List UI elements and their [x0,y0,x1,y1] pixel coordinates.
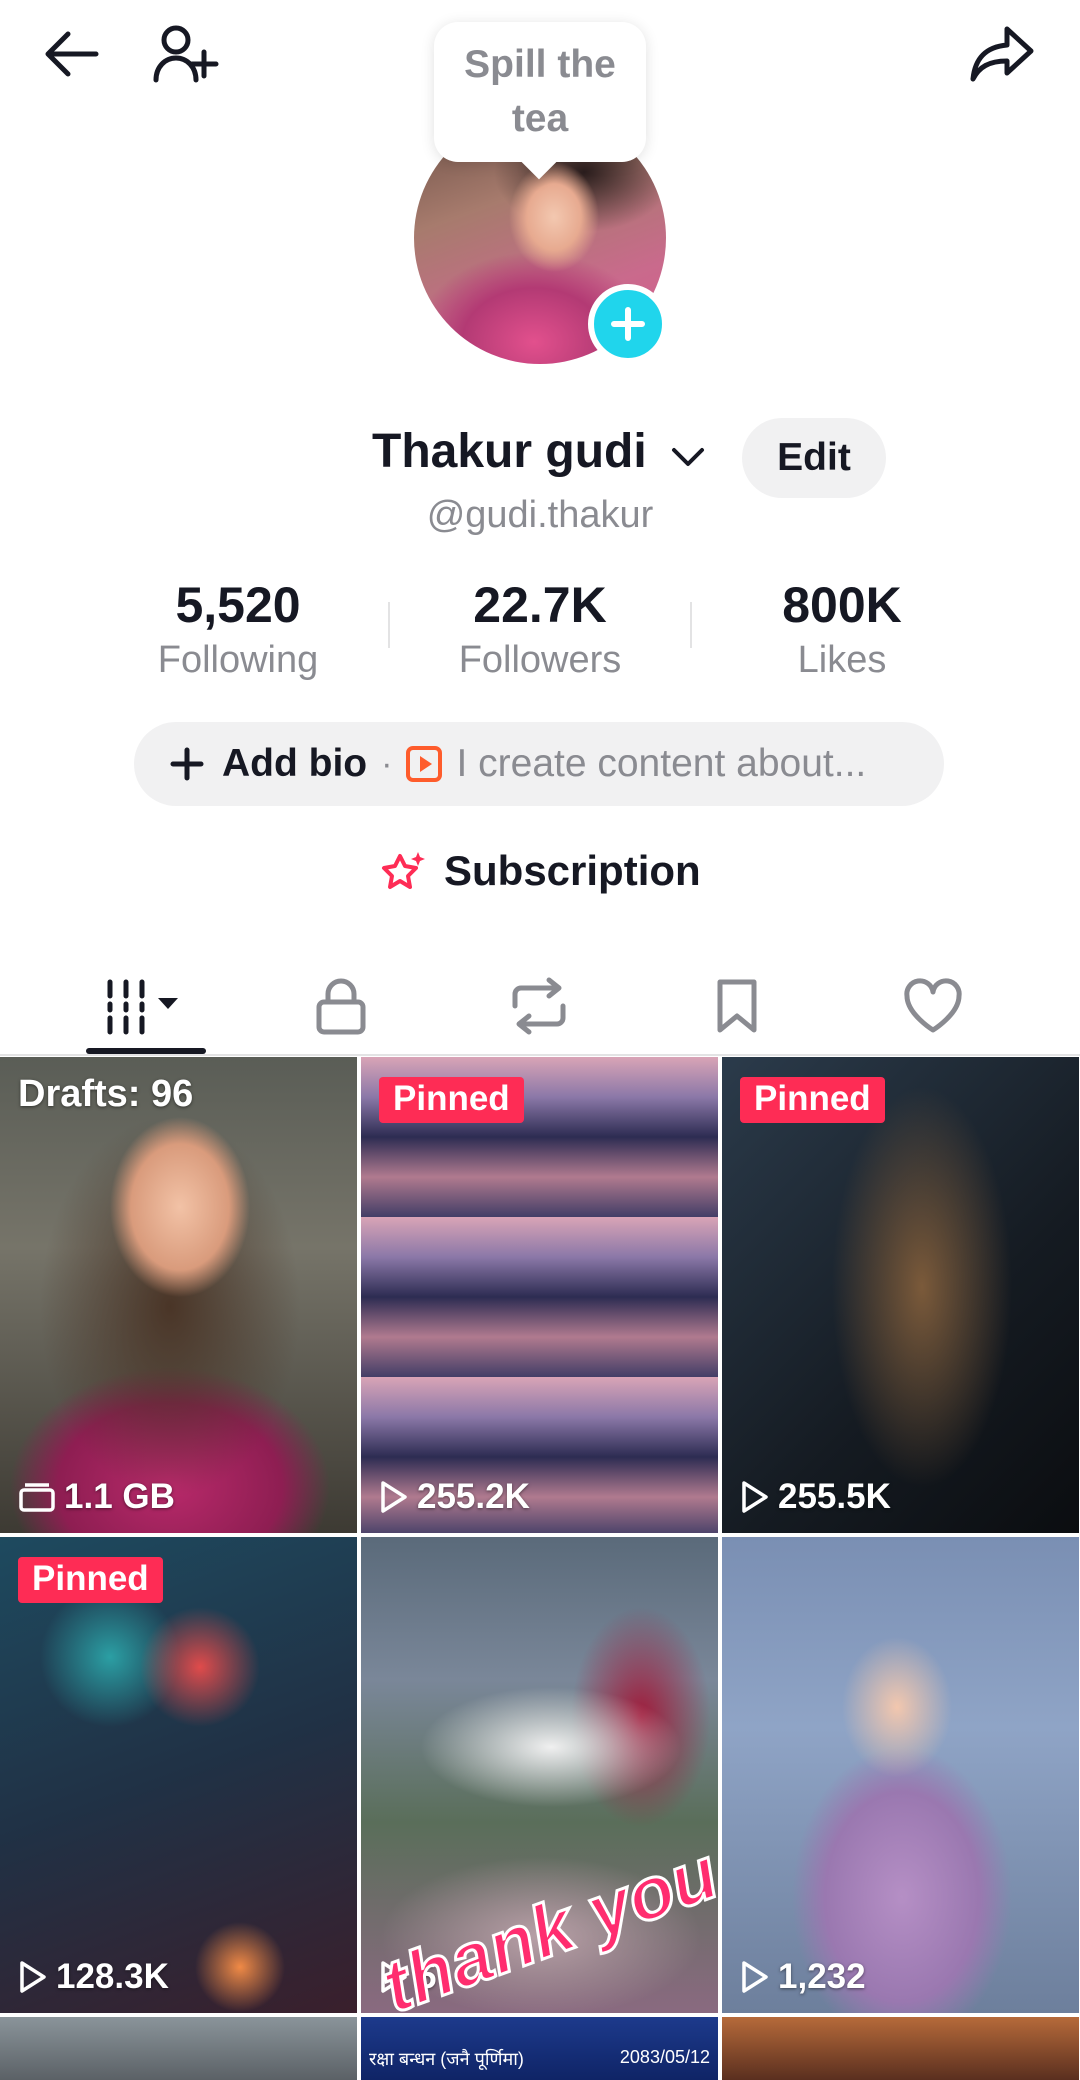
arrow-left-icon [45,31,99,77]
following-label: Following [157,639,319,681]
repost-icon [512,977,566,1035]
calendar-row: रक्षा बन्धन (जनै पूर्णिमा) 2083/05/12 [361,2043,718,2073]
following-count: 5,520 [175,577,301,633]
drafts-folder-icon [19,1483,55,1512]
video-tile[interactable]: 1,232 [722,1537,1079,2013]
share-arrow-icon [970,26,1034,82]
tab-liked[interactable] [858,956,1008,1056]
view-count-value: 128.3K [56,1957,169,1996]
followers-stat[interactable]: 22.7K Followers [410,574,670,684]
add-bio-label: Add bio [222,742,368,785]
view-count: 128.3K [18,1957,169,1997]
tab-videos[interactable] [70,956,220,1056]
video-tile[interactable]: Pinned 128.3K [0,1537,357,2013]
bio-placeholder: I create content about... [456,742,867,785]
plus-icon [611,307,645,341]
stat-divider [388,602,390,648]
view-count-value: 1,232 [778,1957,866,1996]
chevron-down-icon[interactable] [668,436,708,476]
add-bio-button[interactable]: Add bio · I create content about... [134,722,944,806]
name-row: Thakur gudi Edit [0,418,1080,498]
video-tile[interactable]: Pinned 255.5K [722,1057,1079,1533]
heart-icon [904,978,962,1033]
drafts-count: Drafts: 96 [18,1073,194,1115]
star-sparkle-icon [382,852,425,889]
subscription-button[interactable]: Subscription [380,838,701,904]
bookmark-icon [717,979,757,1033]
video-tile[interactable]: 5 thank you [361,1537,718,2013]
edit-profile-button[interactable]: Edit [742,418,886,498]
add-friend-button[interactable] [142,12,226,96]
spill-the-tea-bubble[interactable]: Spill the tea [434,22,646,162]
following-stat[interactable]: 5,520 Following [108,574,368,684]
plus-icon [170,747,204,781]
share-button[interactable] [960,12,1044,96]
drafts-size-value: 1.1 GB [64,1477,175,1516]
grid-icon [107,979,178,1035]
likes-count: 800K [782,577,902,633]
view-count: 1,232 [740,1957,866,1997]
bio-separator: · [381,744,393,783]
likes-label: Likes [797,639,887,681]
tab-saved[interactable] [662,956,812,1056]
back-button[interactable] [30,12,114,96]
add-story-button[interactable] [588,284,668,364]
drafts-tile[interactable]: Drafts: 96 1.1 GB [0,1057,357,1533]
bubble-text: Spill the tea [464,43,616,140]
display-name[interactable]: Thakur gudi [372,424,647,479]
view-count-value: 255.2K [417,1477,530,1516]
play-icon [742,1961,768,1993]
tabs-divider [0,1054,1080,1056]
play-icon [742,1481,768,1513]
play-square-icon [406,746,443,782]
likes-stat[interactable]: 800K Likes [712,574,972,684]
stat-divider [690,602,692,648]
video-tile[interactable]: रक्षा बन्धन (जनै पूर्णिमा) 2083/05/12 [361,2017,718,2080]
view-count-value: 255.5K [778,1477,891,1516]
view-count: 255.5K [740,1477,891,1517]
play-icon [381,1481,407,1513]
person-plus-icon [153,25,219,83]
pinned-badge: Pinned [18,1557,163,1603]
followers-label: Followers [458,639,622,681]
video-tile[interactable] [0,2017,357,2080]
drafts-size: 1.1 GB [18,1477,175,1517]
video-tile[interactable] [722,2017,1079,2080]
thank-you-sticker: thank you [370,1829,718,2013]
calendar-event: रक्षा बन्धन (जनै पूर्णिमा) [369,2049,524,2069]
play-icon [20,1961,46,1993]
calendar-date: 2083/05/12 [619,2047,710,2067]
followers-count: 22.7K [473,577,607,633]
lock-icon [316,978,366,1035]
pinned-badge: Pinned [740,1077,885,1123]
pinned-badge: Pinned [379,1077,524,1123]
view-count: 255.2K [379,1477,530,1517]
tab-reposts[interactable] [464,956,614,1056]
tab-private[interactable] [266,956,416,1056]
video-tile[interactable]: Pinned 255.2K [361,1057,718,1533]
subscription-label: Subscription [444,847,701,894]
username: @gudi.thakur [426,494,654,536]
